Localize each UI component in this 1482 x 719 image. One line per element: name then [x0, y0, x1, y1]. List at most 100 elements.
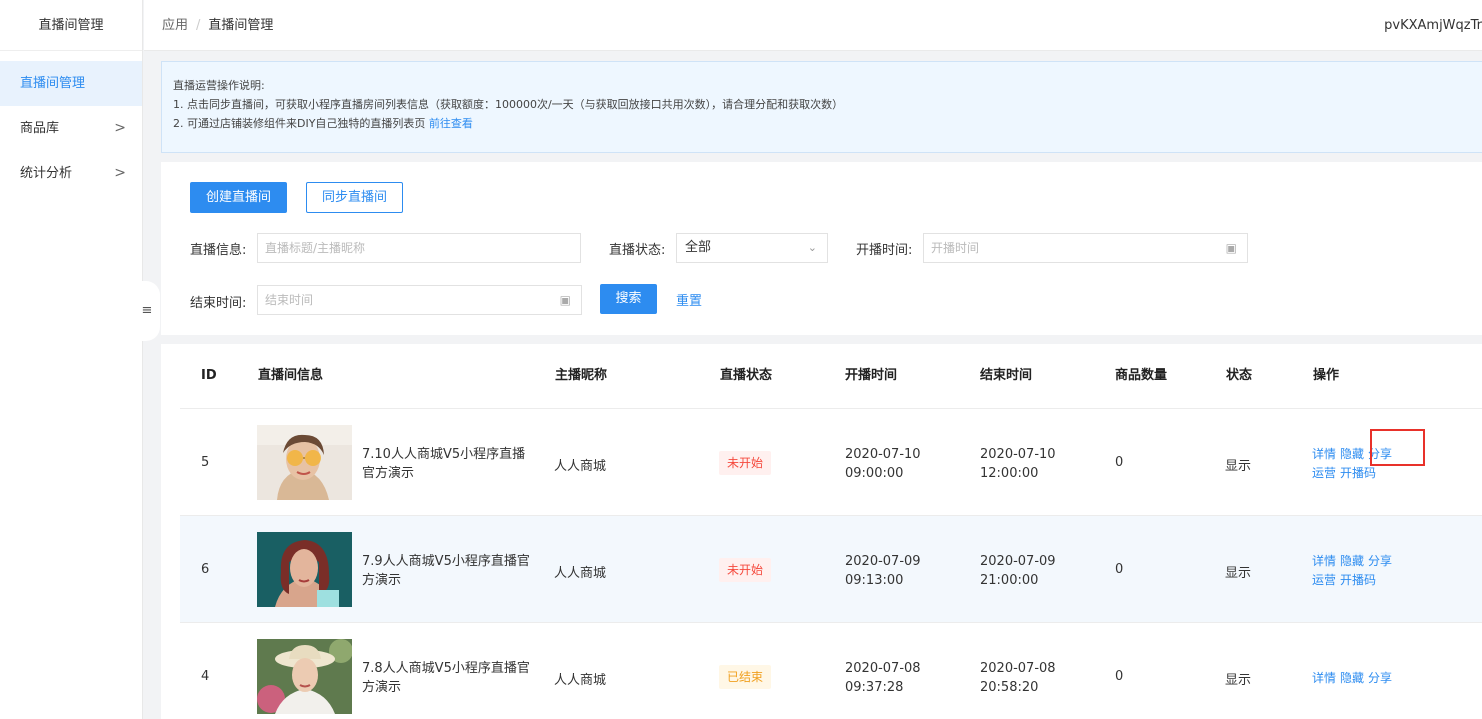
- sync-live-room-button[interactable]: 同步直播间: [306, 182, 403, 213]
- share-link[interactable]: 分享: [1368, 671, 1392, 685]
- user-name[interactable]: pvKXAmjWqzTr: [1384, 0, 1482, 51]
- col-header-anchor: 主播昵称: [555, 368, 608, 383]
- share-highlight-box: [1370, 429, 1425, 466]
- breadcrumb: 应用 / 直播间管理: [162, 0, 273, 51]
- top-bar: 应用 / 直播间管理 pvKXAmjWqzTr: [144, 0, 1482, 51]
- notice-line-1: 1. 点击同步直播间，可获取小程序直播房间列表信息（获取额度：100000次/一…: [173, 98, 844, 111]
- end-time-placeholder: 结束时间: [265, 293, 314, 307]
- anchor-name: 人人商城: [554, 566, 607, 581]
- col-header-actions: 操作: [1313, 368, 1340, 383]
- live-status-label: 直播状态:: [609, 243, 666, 258]
- end-time-label: 结束时间:: [190, 296, 247, 311]
- live-info-input[interactable]: 直播标题/主播昵称: [257, 233, 581, 263]
- sidebar-item-statistics[interactable]: 统计分析 >: [0, 151, 142, 196]
- live-status-badge: 未开始: [719, 451, 772, 475]
- sidebar-item-label: 统计分析: [20, 166, 73, 181]
- live-status-value: 全部: [685, 240, 712, 255]
- hide-link[interactable]: 隐藏: [1340, 671, 1364, 685]
- detail-link[interactable]: 详情: [1312, 671, 1336, 685]
- menu-icon: ≡: [141, 303, 153, 318]
- row-id: 5: [201, 455, 210, 470]
- row-id: 6: [201, 562, 210, 577]
- start-time: 2020-07-08 09:37:28: [845, 659, 921, 697]
- row-actions: 详情 隐藏 分享 运营 开播码: [1312, 552, 1396, 590]
- live-title: 7.8人人商城V5小程序直播官 方演示: [362, 659, 530, 697]
- sidebar: 直播间管理 直播间管理 商品库 > 统计分析 >: [0, 0, 143, 719]
- goods-count: 0: [1115, 455, 1124, 470]
- live-title: 7.10人人商城V5小程序直播 官方演示: [362, 445, 525, 483]
- chevron-down-icon: ⌄: [807, 241, 817, 254]
- cover-thumbnail: [257, 532, 352, 607]
- visibility-state: 显示: [1225, 459, 1252, 474]
- live-title-line-2: 方演示: [362, 680, 402, 695]
- end-time-input[interactable]: 结束时间 ▣: [257, 285, 582, 315]
- table-row: 6 7.9人人商城V5小程序直播官 方演示 人人商城 未开始 2020-07-0…: [180, 515, 1482, 622]
- col-header-start-time: 开播时间: [845, 368, 898, 383]
- hide-link[interactable]: 隐藏: [1340, 554, 1364, 568]
- start-time-label: 开播时间:: [856, 243, 913, 258]
- anchor-name: 人人商城: [554, 459, 607, 474]
- notice-line-2: 2. 可通过店铺装修组件来DIY自己独特的直播列表页 前往查看: [173, 114, 1480, 133]
- live-code-link[interactable]: 开播码: [1340, 573, 1376, 587]
- filter-panel: 创建直播间 同步直播间 直播信息: 直播标题/主播昵称 直播状态: 全部 ⌄ 开…: [161, 162, 1482, 335]
- breadcrumb-current: 直播间管理: [208, 18, 274, 33]
- col-header-end-time: 结束时间: [980, 368, 1033, 383]
- chevron-right-icon: >: [114, 165, 126, 181]
- hide-link[interactable]: 隐藏: [1340, 447, 1364, 461]
- operate-link[interactable]: 运营: [1312, 573, 1336, 587]
- live-status-badge: 已结束: [719, 665, 772, 689]
- calendar-icon: ▣: [559, 293, 571, 307]
- start-date: 2020-07-10: [845, 447, 921, 462]
- goods-count: 0: [1115, 669, 1124, 684]
- goods-count: 0: [1115, 562, 1124, 577]
- start-time-placeholder: 开播时间: [931, 241, 980, 255]
- breadcrumb-separator: /: [196, 18, 201, 33]
- reset-button[interactable]: 重置: [676, 290, 702, 309]
- end-time: 2020-07-08 20:58:20: [980, 659, 1056, 697]
- col-header-info: 直播间信息: [258, 368, 324, 383]
- end-clock: 21:00:00: [980, 573, 1039, 588]
- start-date: 2020-07-09: [845, 554, 921, 569]
- breadcrumb-app[interactable]: 应用: [162, 18, 188, 33]
- live-code-link[interactable]: 开播码: [1340, 466, 1376, 480]
- chevron-right-icon: >: [114, 120, 126, 136]
- start-date: 2020-07-08: [845, 661, 921, 676]
- sidebar-item-label: 直播间管理: [20, 76, 86, 91]
- live-title: 7.9人人商城V5小程序直播官 方演示: [362, 552, 530, 590]
- end-time: 2020-07-09 21:00:00: [980, 552, 1056, 590]
- live-title-line-1: 7.9人人商城V5小程序直播官: [362, 554, 530, 569]
- search-button[interactable]: 搜索: [600, 284, 657, 314]
- end-clock: 20:58:20: [980, 680, 1039, 695]
- live-title-line-2: 官方演示: [362, 466, 415, 481]
- end-time: 2020-07-10 12:00:00: [980, 445, 1056, 483]
- detail-link[interactable]: 详情: [1312, 554, 1336, 568]
- live-title-line-1: 7.8人人商城V5小程序直播官: [362, 661, 530, 676]
- notice-view-link[interactable]: 前往查看: [429, 117, 473, 130]
- notice-line-2-text: 2. 可通过店铺装修组件来DIY自己独特的直播列表页: [173, 117, 429, 130]
- start-clock: 09:13:00: [845, 573, 904, 588]
- sidebar-item-goods[interactable]: 商品库 >: [0, 106, 142, 151]
- start-time-input[interactable]: 开播时间 ▣: [923, 233, 1248, 263]
- live-status-select[interactable]: 全部 ⌄: [676, 233, 828, 263]
- sidebar-item-live-rooms[interactable]: 直播间管理: [0, 61, 142, 106]
- sidebar-collapse-toggle[interactable]: ≡: [134, 281, 160, 341]
- cover-thumbnail: [257, 639, 352, 714]
- instructions-notice: 直播运营操作说明: 1. 点击同步直播间，可获取小程序直播房间列表信息（获取额度…: [161, 61, 1482, 153]
- table-row: 4 7.8人人商城V5小程序直播官 方演示 人人商城 已结束 2020-07-0…: [180, 622, 1482, 719]
- start-time: 2020-07-09 09:13:00: [845, 552, 921, 590]
- create-live-room-button[interactable]: 创建直播间: [190, 182, 287, 213]
- start-clock: 09:00:00: [845, 466, 904, 481]
- notice-title: 直播运营操作说明:: [173, 79, 265, 92]
- row-id: 4: [201, 669, 210, 684]
- start-time: 2020-07-10 09:00:00: [845, 445, 921, 483]
- col-header-live-status: 直播状态: [720, 368, 773, 383]
- table-row: 5 7.10人人商城V5小程序直播 官方演示 人人商城 未开始 2020-07-…: [180, 408, 1482, 515]
- share-link[interactable]: 分享: [1368, 554, 1392, 568]
- live-title-line-1: 7.10人人商城V5小程序直播: [362, 447, 526, 462]
- row-actions: 详情 隐藏 分享: [1312, 669, 1396, 688]
- visibility-state: 显示: [1225, 673, 1252, 688]
- operate-link[interactable]: 运营: [1312, 466, 1336, 480]
- sidebar-title: 直播间管理: [0, 0, 142, 51]
- live-info-label: 直播信息:: [190, 243, 247, 258]
- detail-link[interactable]: 详情: [1312, 447, 1336, 461]
